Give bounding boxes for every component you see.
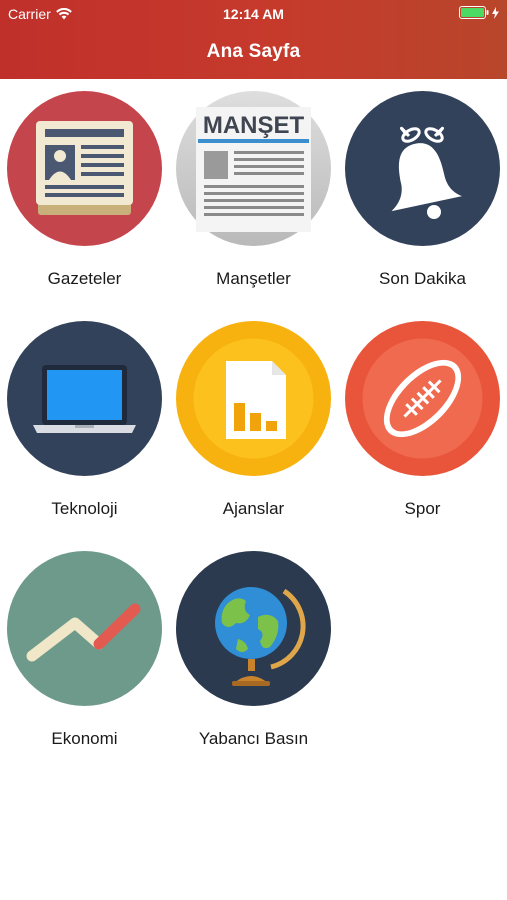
- tile-yabanci-basin[interactable]: Yabancı Basın: [169, 539, 338, 769]
- tile-son-dakika[interactable]: Son Dakika: [338, 79, 507, 309]
- headline-word: MANŞET: [203, 112, 305, 139]
- battery-indicator: [459, 6, 499, 19]
- tile-label: Manşetler: [216, 269, 291, 288]
- status-bar: Carrier 12:14 AM: [0, 0, 507, 28]
- tile-label: Son Dakika: [379, 269, 466, 288]
- status-time: 12:14 AM: [223, 6, 284, 22]
- tile-label: Ajanslar: [222, 499, 285, 518]
- tile-label: Gazeteler: [47, 269, 122, 288]
- globe-icon: [176, 551, 331, 706]
- tile-label: Teknoloji: [51, 499, 118, 518]
- newspaper-icon: [7, 91, 162, 246]
- tile-ajanslar[interactable]: Ajanslar: [169, 309, 338, 539]
- nav-header: Carrier 12:14 AM Ana Sayfa: [0, 0, 507, 79]
- bell-icon: [345, 91, 500, 246]
- trend-icon: [7, 551, 162, 706]
- tile-ekonomi[interactable]: Ekonomi: [0, 539, 169, 769]
- tile-label: Spor: [404, 499, 441, 518]
- tile-teknoloji[interactable]: Teknoloji: [0, 309, 169, 539]
- tile-spor[interactable]: Spor: [338, 309, 507, 539]
- football-icon: [345, 321, 500, 476]
- battery-icon: [459, 6, 489, 19]
- headlines-icon: MANŞET: [176, 91, 331, 246]
- tile-mansetler[interactable]: MANŞET Manşetler: [169, 79, 338, 309]
- document-chart-icon: [176, 321, 331, 476]
- laptop-icon: [7, 321, 162, 476]
- page-title: Ana Sayfa: [206, 41, 301, 62]
- charging-bolt-icon: [492, 6, 499, 19]
- tile-label: Ekonomi: [51, 729, 118, 748]
- tile-label: Yabancı Basın: [198, 729, 309, 748]
- tile-gazeteler[interactable]: Gazeteler: [0, 79, 169, 309]
